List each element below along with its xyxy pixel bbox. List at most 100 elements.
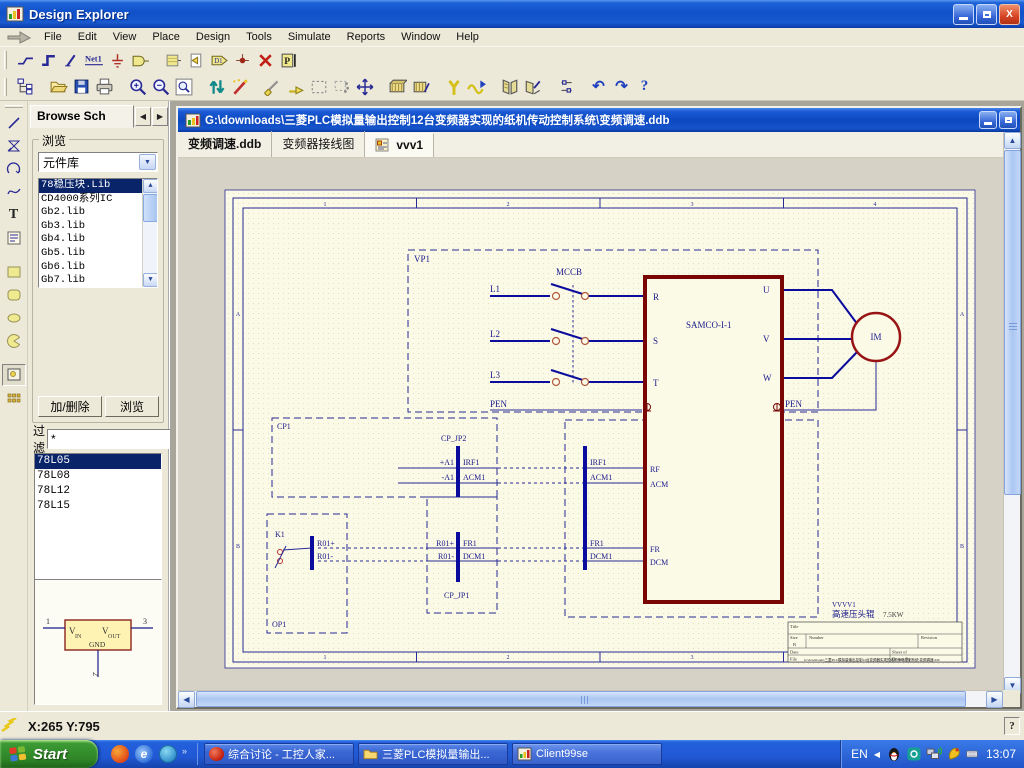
task-button-client99se[interactable]: Client99se — [512, 743, 662, 765]
scroll-down-icon[interactable]: ▼ — [143, 273, 158, 287]
library-item[interactable]: Gb5.lib — [39, 247, 142, 261]
qq-tray-icon[interactable] — [886, 746, 902, 762]
menu-design[interactable]: Design — [188, 29, 238, 45]
start-button[interactable]: Start — [0, 740, 98, 768]
junction-icon[interactable] — [231, 49, 254, 71]
deselect-icon[interactable] — [330, 76, 353, 98]
schematic-canvas[interactable]: 1234 1234 AB AB — [178, 158, 1003, 694]
panel-next-button[interactable]: ▶ — [152, 107, 168, 126]
polygon-tool-icon[interactable] — [2, 135, 26, 157]
component-item[interactable]: 78L08 — [35, 469, 161, 484]
help-icon[interactable]: ? — [633, 76, 656, 98]
status-help-button[interactable]: ? — [1004, 717, 1020, 735]
library-list-scrollbar[interactable]: ▲ ▼ — [142, 179, 157, 287]
cut-wire-icon[interactable] — [261, 76, 284, 98]
pcb-directive-icon[interactable]: P — [277, 49, 300, 71]
firefox-icon[interactable] — [111, 745, 129, 763]
power-port-icon[interactable] — [106, 49, 129, 71]
pie-tool-icon[interactable] — [2, 330, 26, 352]
preferences-icon[interactable] — [554, 76, 577, 98]
round-rectangle-tool-icon[interactable] — [2, 284, 26, 306]
redraw-icon[interactable] — [228, 76, 251, 98]
browse-parts-icon[interactable] — [386, 76, 409, 98]
text-tool-icon[interactable]: T — [2, 204, 26, 226]
sheet-entry-icon[interactable] — [185, 49, 208, 71]
horizontal-scrollbar[interactable]: ◀ ▶ — [178, 690, 1003, 707]
tab-wiring-diagram[interactable]: 变频器接线图 — [272, 131, 365, 157]
component-item[interactable]: 78L12 — [35, 484, 161, 499]
save-icon[interactable] — [70, 76, 93, 98]
library-item[interactable]: 78稳压块.Lib — [39, 179, 142, 193]
library-icon[interactable] — [498, 76, 521, 98]
bezier-tool-icon[interactable] — [2, 181, 26, 203]
menu-tools[interactable]: Tools — [238, 29, 280, 45]
select-area-icon[interactable] — [307, 76, 330, 98]
combo-dropdown-icon[interactable]: ▼ — [139, 154, 156, 170]
vertical-scrollbar[interactable]: ▲ ▼ — [1003, 132, 1020, 694]
scroll-up-icon[interactable]: ▲ — [143, 179, 158, 193]
menu-simulate[interactable]: Simulate — [280, 29, 339, 45]
sheet-symbol-icon[interactable] — [162, 49, 185, 71]
network-tray-icon[interactable] — [926, 746, 942, 762]
bus-tool-icon[interactable] — [37, 49, 60, 71]
browse-sch-tab[interactable]: Browse Sch — [30, 105, 134, 128]
edit-part-icon[interactable] — [409, 76, 432, 98]
tab-design-db[interactable]: 变频调速.ddb — [178, 131, 272, 157]
scroll-up-icon[interactable]: ▲ — [1004, 132, 1021, 149]
document-titlebar[interactable]: G:\downloads\三菱PLC模拟量输出控制12台变频器实现的纸机传动控制… — [178, 108, 1020, 132]
scrollbar-thumb[interactable] — [143, 194, 158, 222]
arc-tool-icon[interactable] — [2, 158, 26, 180]
library-list[interactable]: 78稳压块.Lib CD4000系列IC Gb2.lib Gb3.lib Gb4… — [38, 178, 158, 288]
menu-view[interactable]: View — [105, 29, 145, 45]
move-icon[interactable] — [353, 76, 376, 98]
zoom-area-icon[interactable] — [172, 76, 195, 98]
panel-prev-button[interactable]: ◀ — [135, 107, 151, 126]
library-item[interactable]: Gb3.lib — [39, 220, 142, 234]
zoom-out-icon[interactable] — [149, 76, 172, 98]
browse-button[interactable]: 浏览 — [105, 396, 159, 417]
library-item[interactable]: Gb7.lib — [39, 274, 142, 288]
explorer-tree-icon[interactable] — [14, 76, 37, 98]
open-icon[interactable] — [47, 76, 70, 98]
part-icon[interactable] — [129, 49, 152, 71]
drag-arrow-icon[interactable] — [284, 76, 307, 98]
menu-arrow-icon[interactable] — [6, 30, 32, 45]
messenger-tray-icon[interactable] — [906, 746, 922, 762]
menu-place[interactable]: Place — [144, 29, 188, 45]
no-erc-icon[interactable] — [254, 49, 277, 71]
vscroll-thumb[interactable] — [1004, 150, 1021, 495]
wire-tool-icon[interactable] — [14, 49, 37, 71]
globe-icon[interactable] — [159, 745, 177, 763]
undo-icon[interactable]: ↶ — [587, 76, 610, 98]
wrench-icon[interactable] — [442, 76, 465, 98]
bus-entry-icon[interactable] — [60, 49, 83, 71]
library-type-combo[interactable]: 元件库 ▼ — [38, 152, 158, 172]
add-remove-button[interactable]: 加/删除 — [38, 396, 102, 417]
menu-help[interactable]: Help — [448, 29, 487, 45]
restore-button[interactable] — [976, 4, 997, 25]
text-frame-tool-icon[interactable] — [2, 227, 26, 249]
library-item[interactable]: Gb2.lib — [39, 206, 142, 220]
array-tool-icon[interactable] — [2, 387, 26, 409]
tab-vvv1[interactable]: vvv1 — [365, 133, 434, 157]
tray-collapse-icon[interactable]: ◀ — [874, 750, 880, 759]
component-item[interactable]: 78L05 — [35, 454, 161, 469]
library-item[interactable]: Gb6.lib — [39, 261, 142, 275]
task-button-folder[interactable]: 三菱PLC模拟量输出... — [358, 743, 508, 765]
toolstrip-grip[interactable] — [5, 105, 23, 108]
picture-tool-icon[interactable] — [2, 364, 26, 386]
menu-edit[interactable]: Edit — [70, 29, 105, 45]
print-icon[interactable] — [93, 76, 116, 98]
menu-window[interactable]: Window — [393, 29, 448, 45]
ie-icon[interactable]: e — [135, 745, 153, 763]
component-item[interactable]: 78L15 — [35, 499, 161, 514]
port-icon[interactable]: D1 — [208, 49, 231, 71]
task-button-forum[interactable]: 综合讨论 - 工控人家... — [204, 743, 354, 765]
fit-document-icon[interactable] — [205, 76, 228, 98]
zoom-in-icon[interactable] — [126, 76, 149, 98]
library-item[interactable]: Gb4.lib — [39, 233, 142, 247]
clock[interactable]: 13:07 — [986, 747, 1016, 761]
quicklaunch-overflow-icon[interactable]: » — [182, 746, 187, 756]
net-label-icon[interactable]: Net1 — [83, 49, 106, 71]
ime-tray-icon[interactable] — [966, 746, 978, 762]
